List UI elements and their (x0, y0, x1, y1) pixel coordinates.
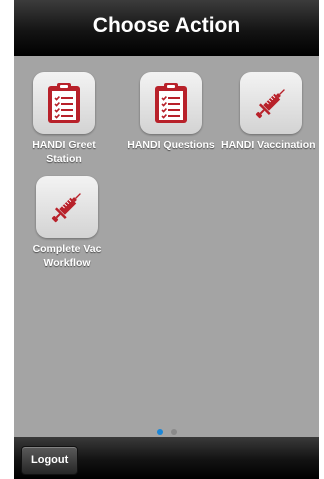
action-icon-tile (140, 72, 202, 134)
action-icon-tile (240, 72, 302, 134)
syringe-icon (51, 193, 81, 223)
actions-grid: HANDI Greet Station HANDI Questions HAND… (14, 56, 319, 437)
action-icon-tile (33, 72, 95, 134)
action-handi-greet-station[interactable]: HANDI Greet Station (14, 72, 114, 166)
page-indicator[interactable] (14, 422, 319, 435)
action-icon-tile (36, 176, 98, 238)
page-dot (170, 429, 177, 435)
logout-button[interactable]: Logout (21, 446, 79, 475)
page-dot-active (156, 429, 163, 435)
syringe-icon (255, 89, 285, 119)
page-title: Choose Action (92, 14, 241, 37)
navigation-bar: Choose Action (14, 0, 319, 56)
bottom-toolbar: Logout (14, 437, 319, 479)
action-label: Complete Vac Workflow (32, 243, 102, 269)
action-handi-vaccination[interactable]: HANDI Vaccination (220, 72, 319, 152)
action-label: HANDI Questions (127, 139, 215, 151)
app-screen: Choose Action HANDI Greet Station HANDI … (14, 0, 319, 479)
clipboard-icon (48, 83, 80, 123)
action-handi-questions[interactable]: HANDI Questions (121, 72, 221, 152)
action-label: HANDI Vaccination (221, 139, 316, 151)
action-label: HANDI Greet Station (32, 139, 96, 165)
action-complete-vac-workflow[interactable]: Complete Vac Workflow (17, 176, 117, 270)
clipboard-icon (155, 83, 187, 123)
